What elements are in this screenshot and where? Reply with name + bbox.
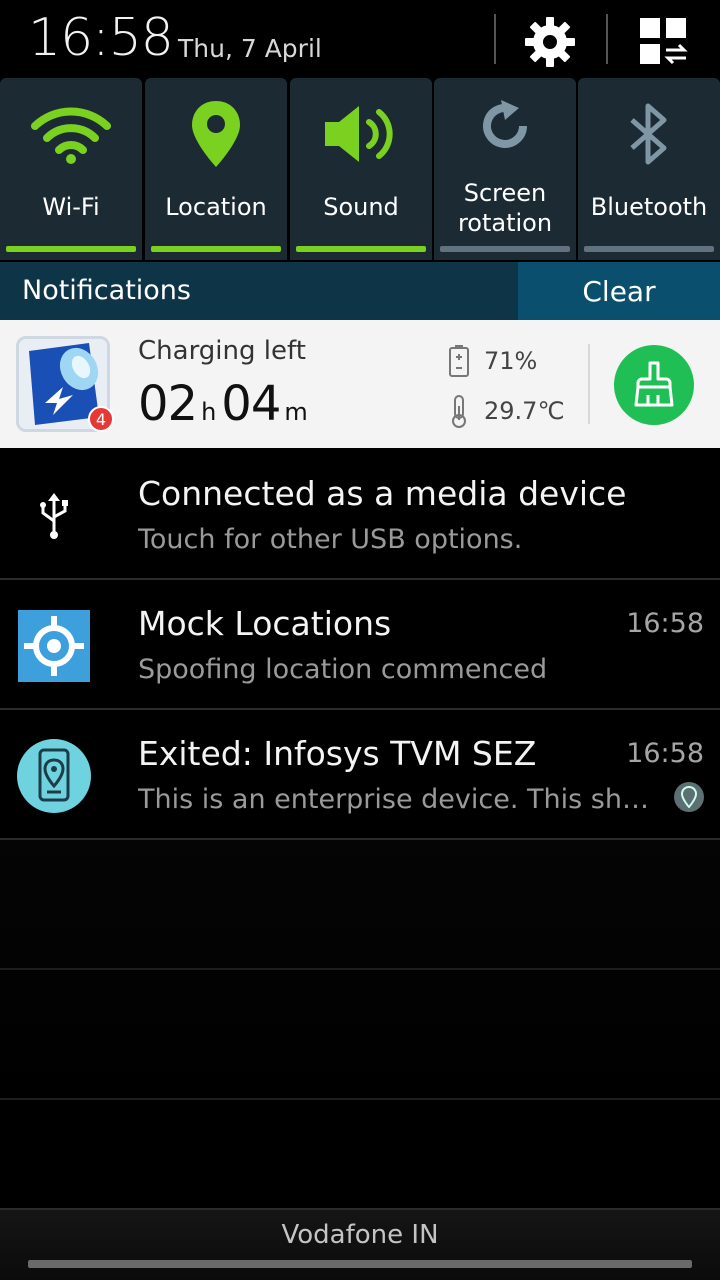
tile-indicator	[6, 246, 136, 252]
tile-indicator	[296, 246, 426, 252]
tile-location[interactable]: Location	[145, 78, 287, 260]
notification-mock-locations[interactable]: Mock Locations Spoofing location commenc…	[0, 580, 720, 710]
notification-subtitle: This is an enterprise device. This shou.…	[138, 784, 658, 815]
usb-icon	[18, 480, 90, 552]
notification-count-badge: 4	[88, 406, 114, 432]
battery-icon	[449, 345, 469, 377]
status-header: 16:58 Thu, 7 April	[0, 0, 720, 78]
charging-time: 02 h 04 m	[138, 376, 313, 432]
tile-label-line2: rotation	[457, 209, 553, 237]
clear-button[interactable]: Clear	[518, 262, 720, 320]
notification-title: Mock Locations	[138, 604, 392, 643]
tile-bluetooth[interactable]: Bluetooth	[578, 78, 720, 260]
tile-label: Sound	[323, 193, 399, 221]
faded-notifications-area	[0, 840, 720, 1100]
phone-location-icon	[16, 738, 92, 814]
charging-notification[interactable]: 4 Charging left 02 h 04 m 71% 29.7℃	[0, 320, 720, 448]
notification-subtitle: Touch for other USB options.	[138, 524, 523, 555]
minutes-unit: m	[284, 398, 307, 426]
temperature-value: 29.7℃	[484, 397, 565, 425]
tile-label-line1: Screen	[463, 179, 547, 207]
settings-gear-icon[interactable]	[520, 12, 580, 72]
location-pin-icon	[145, 96, 287, 172]
drag-handle[interactable]	[28, 1260, 692, 1268]
tile-label: Bluetooth	[590, 193, 708, 221]
notification-time: 16:58	[626, 608, 704, 639]
screen-rotation-icon	[434, 88, 576, 164]
wifi-icon	[0, 96, 142, 172]
notification-title: Connected as a media device	[138, 474, 627, 513]
temperature-stat: 29.7℃	[448, 394, 564, 428]
thermometer-icon	[452, 395, 466, 428]
divider	[0, 1098, 720, 1100]
tile-wifi[interactable]: Wi-Fi	[0, 78, 142, 260]
speaker-icon	[290, 96, 432, 172]
tile-sound[interactable]: Sound	[290, 78, 432, 260]
notification-time: 16:58	[626, 738, 704, 769]
carrier-name: Vodafone IN	[281, 1220, 439, 1250]
broom-icon	[634, 361, 674, 407]
edit-tiles-icon[interactable]	[634, 12, 694, 72]
minutes-value: 04	[221, 376, 281, 432]
small-location-icon	[674, 782, 704, 812]
notifications-title: Notifications	[22, 275, 191, 306]
tile-indicator	[440, 246, 570, 252]
clock: 16:58	[28, 8, 174, 68]
notification-subtitle: Spoofing location commenced	[138, 654, 548, 685]
tile-label: Location	[165, 193, 267, 221]
battery-percent: 71%	[484, 347, 538, 375]
hours-unit: h	[201, 398, 216, 426]
divider	[0, 968, 720, 970]
hours-value: 02	[138, 376, 198, 432]
charging-label: Charging left	[138, 336, 306, 366]
carrier-footer: Vodafone IN	[0, 1208, 720, 1280]
tile-indicator	[584, 246, 714, 252]
bluetooth-icon	[578, 96, 720, 172]
divider	[606, 14, 608, 64]
crosshair-icon	[18, 610, 90, 682]
date: Thu, 7 April	[178, 34, 322, 63]
divider	[588, 344, 590, 424]
notification-title: Exited: Infosys TVM SEZ	[138, 734, 537, 773]
battery-stat: 71%	[448, 344, 537, 378]
notification-geofence-exit[interactable]: Exited: Infosys TVM SEZ This is an enter…	[0, 710, 720, 840]
notifications-header: Notifications Clear	[0, 262, 720, 320]
divider	[494, 14, 496, 64]
tile-label: Wi-Fi	[42, 193, 100, 221]
clean-broom-button[interactable]	[614, 345, 694, 425]
tile-screen-rotation[interactable]: Screen rotation	[434, 78, 576, 260]
quick-settings: Wi-Fi Location Sound Screen rotation Blu…	[0, 78, 720, 262]
tile-indicator	[151, 246, 281, 252]
notification-usb[interactable]: Connected as a media device Touch for ot…	[0, 450, 720, 580]
